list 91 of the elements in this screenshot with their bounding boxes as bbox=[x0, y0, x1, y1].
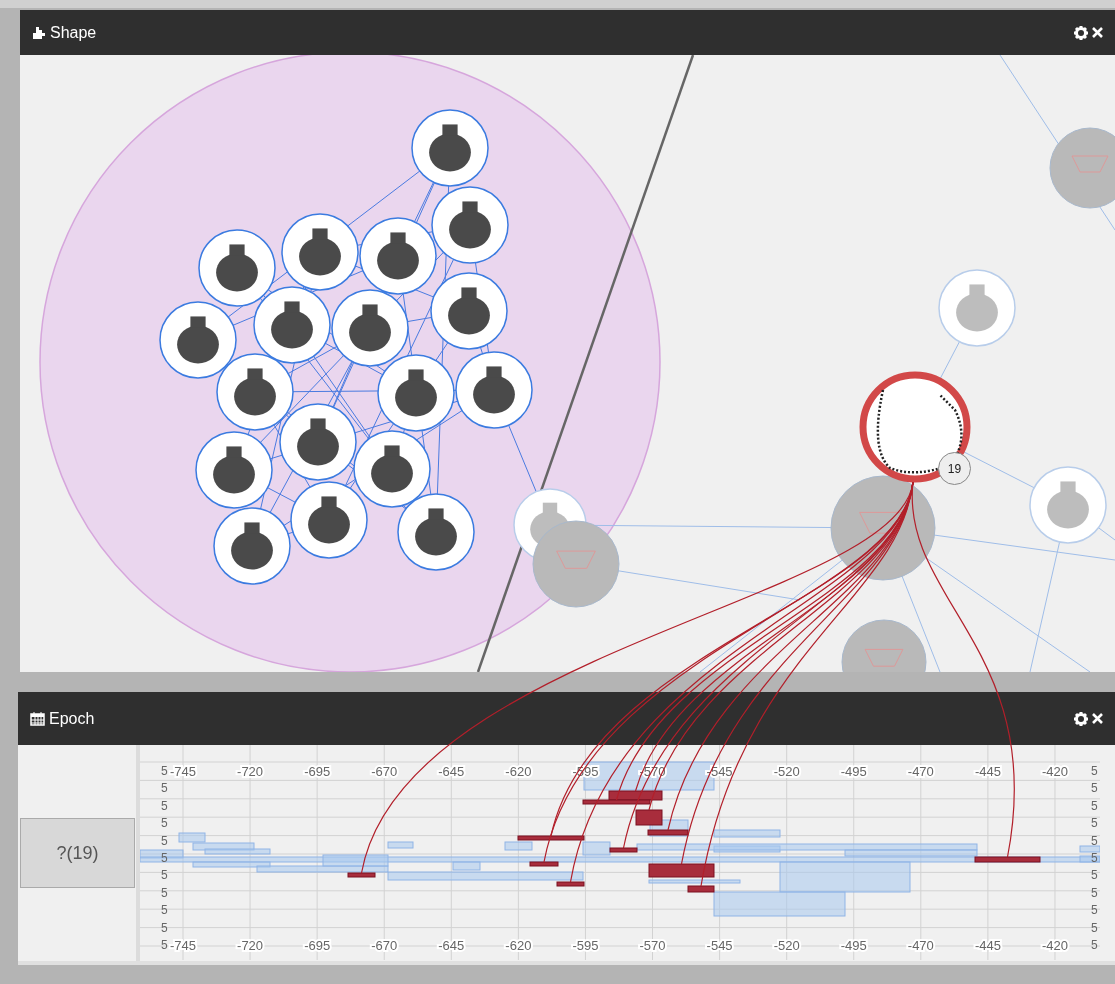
axis-tick-label: -445 bbox=[974, 938, 1001, 953]
time-range-bar bbox=[504, 841, 533, 851]
selected-range-bar bbox=[347, 872, 376, 878]
axis-tick-label: -720 bbox=[237, 764, 264, 779]
row-label: 5 bbox=[161, 903, 168, 918]
row-label: 5 bbox=[161, 885, 168, 900]
axis-tick-label: -645 bbox=[438, 764, 465, 779]
close-icon[interactable] bbox=[1092, 713, 1103, 724]
vase-node[interactable] bbox=[411, 109, 489, 187]
axis-tick-label: -420 bbox=[1041, 938, 1068, 953]
faded-vase-node[interactable] bbox=[532, 520, 620, 608]
selected-range-bar bbox=[517, 835, 585, 841]
vase-node[interactable] bbox=[1029, 466, 1107, 544]
faded-vase-node[interactable] bbox=[830, 475, 936, 581]
row-label: 5 bbox=[1091, 764, 1098, 778]
row-label: 5 bbox=[1091, 885, 1098, 900]
row-label: 5 bbox=[161, 868, 168, 883]
row-label: 5 bbox=[161, 816, 168, 831]
settings-icon[interactable] bbox=[1074, 711, 1088, 726]
count-badge: 19 bbox=[938, 452, 971, 485]
row-label: 5 bbox=[1091, 920, 1098, 935]
calendar-icon bbox=[30, 711, 45, 726]
row-label: 5 bbox=[161, 833, 168, 848]
axis-tick-label: -520 bbox=[773, 764, 800, 779]
vase-node[interactable] bbox=[431, 186, 509, 264]
selected-range-bar bbox=[529, 861, 559, 867]
axis-tick-label: -520 bbox=[773, 938, 800, 953]
row-label: 5 bbox=[1091, 833, 1098, 848]
axis-tick-label: -470 bbox=[907, 938, 934, 953]
vase-node[interactable] bbox=[377, 354, 455, 432]
vase-node[interactable] bbox=[331, 289, 409, 367]
row-label: 5 bbox=[161, 851, 168, 865]
vase-node[interactable] bbox=[938, 269, 1016, 347]
vase-node[interactable] bbox=[455, 351, 533, 429]
selected-range-bar bbox=[556, 881, 585, 887]
axis-tick-label: -695 bbox=[304, 938, 331, 953]
vase-node[interactable] bbox=[290, 481, 368, 559]
axis-tick-label: -595 bbox=[572, 938, 599, 953]
axis-tick-label: -470 bbox=[907, 764, 934, 779]
row-label: 5 bbox=[1091, 798, 1098, 813]
axis-tick-label: -620 bbox=[505, 938, 532, 953]
selected-range-bar bbox=[647, 829, 689, 836]
row-label: 5 bbox=[1091, 781, 1098, 796]
row-label: 5 bbox=[161, 798, 168, 813]
vase-node[interactable] bbox=[397, 493, 475, 571]
row-label: 5 bbox=[161, 764, 168, 778]
axis-tick-label: -645 bbox=[438, 938, 465, 953]
axis-tick-label: -745 bbox=[170, 764, 196, 779]
axis-tick-label: -670 bbox=[371, 764, 398, 779]
vase-node[interactable] bbox=[159, 301, 237, 379]
row-label: 5 bbox=[1091, 868, 1098, 883]
puzzle-icon bbox=[32, 25, 46, 40]
row-label: 5 bbox=[1091, 938, 1098, 952]
vase-node[interactable] bbox=[195, 431, 273, 509]
time-range-bar bbox=[387, 841, 414, 849]
time-range-bar bbox=[1079, 845, 1100, 853]
row-label: 5 bbox=[161, 938, 168, 952]
selected-range-bar bbox=[974, 856, 1041, 863]
axis-tick-label: -545 bbox=[706, 938, 733, 953]
vase-node[interactable] bbox=[430, 272, 508, 350]
vase-node[interactable] bbox=[353, 430, 431, 508]
row-label: 5 bbox=[1091, 903, 1098, 918]
axis-tick-label: -620 bbox=[505, 764, 532, 779]
row-label: 5 bbox=[161, 920, 168, 935]
close-icon[interactable] bbox=[1092, 27, 1103, 38]
faded-vase-node[interactable] bbox=[841, 619, 927, 672]
axis-tick-label: -420 bbox=[1041, 764, 1068, 779]
axis-tick-label: -570 bbox=[639, 938, 666, 953]
faded-vase-node[interactable] bbox=[1049, 127, 1115, 209]
category-button[interactable]: ?(19) bbox=[20, 818, 135, 888]
selected-range-bar bbox=[609, 847, 638, 853]
axis-tick-label: -670 bbox=[371, 938, 398, 953]
axis-tick-label: -720 bbox=[237, 938, 264, 953]
settings-icon[interactable] bbox=[1074, 25, 1088, 40]
axis-tick-label: -495 bbox=[840, 764, 867, 779]
axis-tick-label: -445 bbox=[974, 764, 1001, 779]
axis-tick-label: -495 bbox=[840, 938, 867, 953]
selected-range-bar bbox=[635, 809, 663, 826]
vase-node[interactable] bbox=[213, 507, 291, 585]
time-range-bar bbox=[713, 829, 781, 838]
vase-node[interactable] bbox=[281, 213, 359, 291]
axis-tick-label: -745 bbox=[170, 938, 196, 953]
panel-title: Epoch bbox=[49, 708, 95, 729]
row-label: 5 bbox=[161, 781, 168, 796]
selected-vase-node[interactable] bbox=[859, 371, 971, 483]
row-label: 5 bbox=[1091, 851, 1098, 865]
row-label: 5 bbox=[1091, 816, 1098, 831]
axis-tick-label: -695 bbox=[304, 764, 331, 779]
selected-range-bar bbox=[648, 863, 715, 878]
panel-title: Shape bbox=[50, 22, 97, 43]
selected-range-bar bbox=[687, 885, 715, 893]
